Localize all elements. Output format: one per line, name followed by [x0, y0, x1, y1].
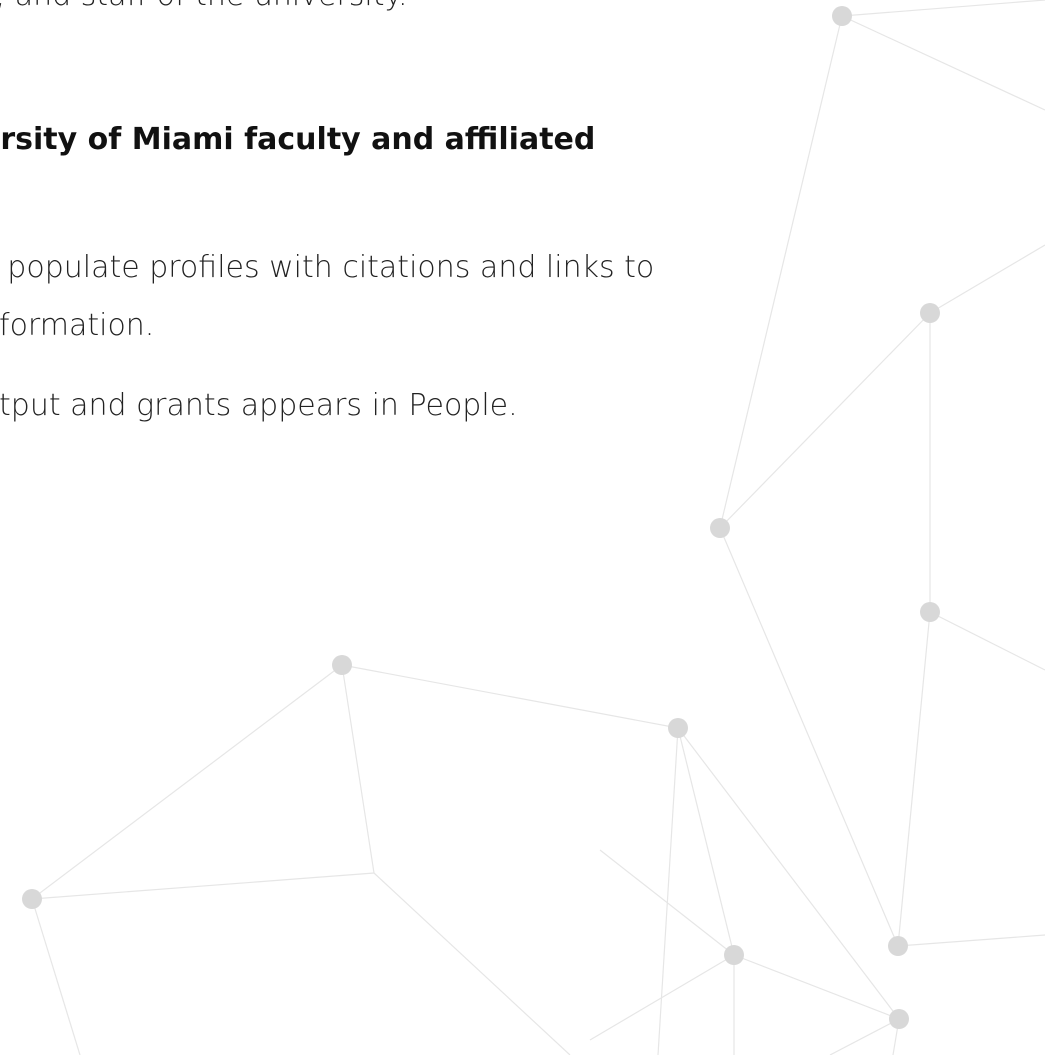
network-edge [719, 527, 899, 947]
network-node [22, 889, 42, 909]
network-edge [841, 0, 1045, 17]
people-info-text-line: utput and grants appears in People. [0, 388, 518, 423]
network-node [920, 303, 940, 323]
network-node [889, 1009, 909, 1029]
network-node [710, 518, 730, 538]
network-edge [929, 611, 1045, 671]
network-edge [31, 872, 375, 900]
network-edge [841, 15, 1045, 111]
network-edge [599, 849, 735, 956]
section-heading: ersity of Miami faculty and affiliated [0, 122, 596, 157]
description-text-line: y populate profiles with citations and l… [0, 250, 655, 285]
network-edge [31, 664, 343, 900]
network-edge [341, 664, 679, 729]
network-edge [897, 934, 1045, 947]
network-edge [829, 1018, 900, 1055]
network-background [22, 0, 1045, 1055]
network-edge [657, 727, 679, 1055]
network-edge [677, 727, 735, 956]
page: s, and staff of the university. ersity o… [0, 0, 1045, 1055]
description-text-line-continued: nformation. [0, 308, 155, 343]
intro-text-line: s, and staff of the university. [0, 0, 408, 14]
network-edge [719, 312, 931, 529]
network-edge [929, 244, 1045, 314]
network-edge [719, 15, 843, 529]
network-edges [31, 0, 1045, 1055]
network-node [668, 718, 688, 738]
network-edge [589, 954, 735, 1041]
network-nodes [22, 6, 940, 1029]
network-node [724, 945, 744, 965]
network-node [832, 6, 852, 26]
network-edge [677, 727, 900, 1020]
network-edge [373, 872, 571, 1055]
network-edge [341, 664, 375, 874]
network-node [332, 655, 352, 675]
network-edge [897, 611, 931, 947]
network-node [888, 936, 908, 956]
network-node [920, 602, 940, 622]
network-edge [31, 898, 81, 1055]
